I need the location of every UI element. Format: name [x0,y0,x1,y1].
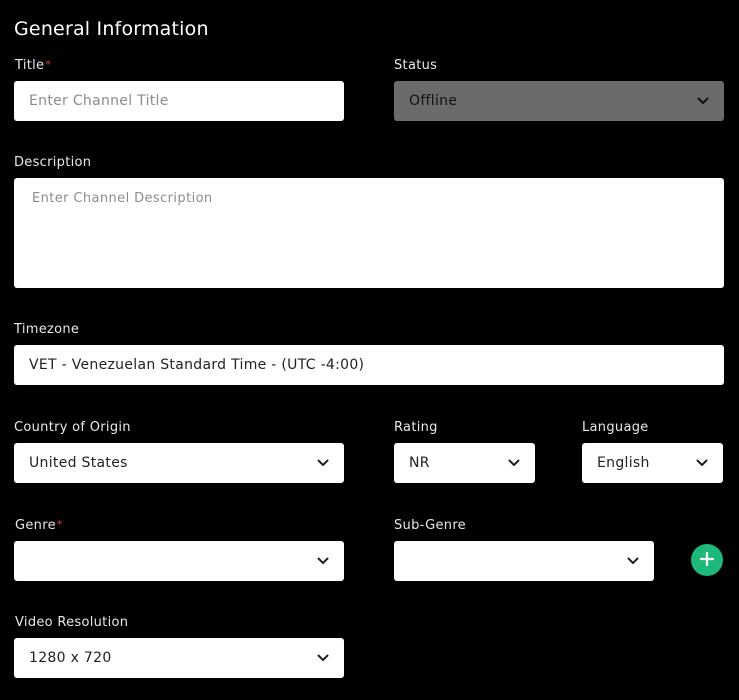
required-mark: * [45,58,52,71]
description-placeholder: Enter Channel Description [32,191,213,206]
timezone-label: Timezone [14,322,80,337]
title-input[interactable]: Enter Channel Title [14,81,344,121]
chevron-down-icon [316,651,330,665]
chevron-down-icon [507,456,521,470]
country-select[interactable]: United States [14,443,344,483]
subgenre-select[interactable] [394,541,654,581]
chevron-down-icon [316,456,330,470]
country-select-value: United States [29,455,128,471]
genre-select[interactable] [14,541,344,581]
status-label: Status [394,58,438,73]
language-select[interactable]: English [582,443,723,483]
required-mark: * [56,518,63,531]
title-label-text: Title [15,58,45,73]
timezone-value: VET - Venezuelan Standard Time - (UTC -4… [29,357,365,373]
rating-select-value: NR [409,455,430,471]
chevron-down-icon [695,456,709,470]
subgenre-label: Sub-Genre [394,518,466,533]
chevron-down-icon [626,554,640,568]
general-information-panel: General Information Title* Enter Channel… [0,0,739,700]
title-label: Title* [15,58,51,73]
genre-label-text: Genre [15,518,56,533]
country-label: Country of Origin [14,420,131,435]
chevron-down-icon [696,94,710,108]
resolution-select[interactable]: 1280 x 720 [14,638,344,678]
timezone-input[interactable]: VET - Venezuelan Standard Time - (UTC -4… [14,345,724,385]
status-select[interactable]: Offline [394,81,724,121]
rating-label: Rating [394,420,438,435]
section-title: General Information [14,18,209,40]
description-textarea[interactable]: Enter Channel Description [14,178,724,288]
language-select-value: English [597,455,650,471]
title-input-placeholder: Enter Channel Title [29,93,169,109]
status-select-value: Offline [409,93,458,109]
plus-icon [699,551,715,570]
resolution-label: Video Resolution [15,615,129,630]
language-label: Language [582,420,649,435]
rating-select[interactable]: NR [394,443,535,483]
resolution-select-value: 1280 x 720 [29,650,112,666]
chevron-down-icon [316,554,330,568]
add-subgenre-button[interactable] [691,544,723,576]
genre-label: Genre* [15,518,63,533]
description-label: Description [14,155,92,170]
